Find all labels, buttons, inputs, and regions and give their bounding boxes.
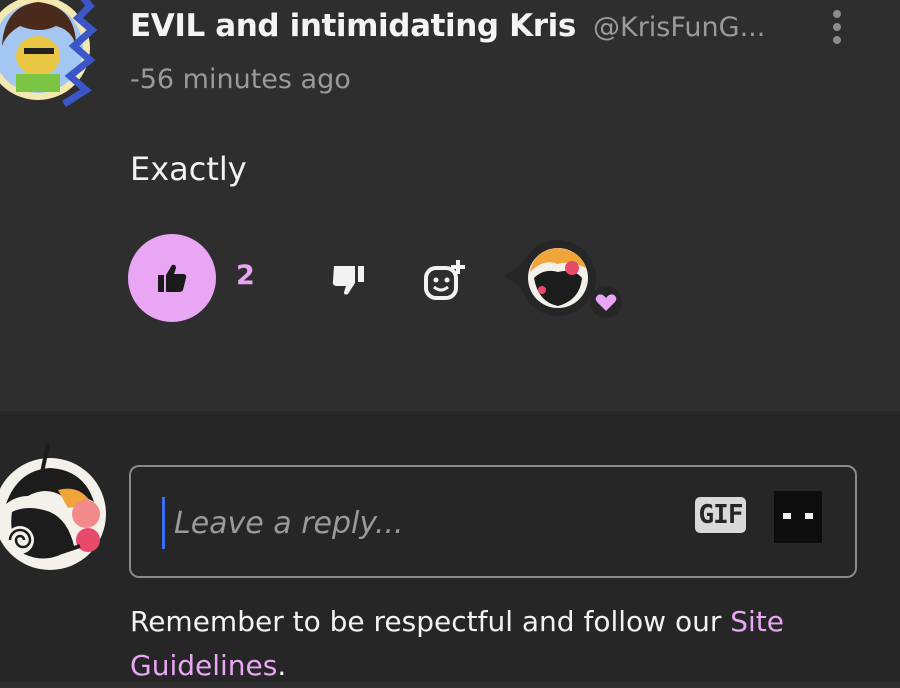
text-caret (162, 497, 165, 549)
author-handle[interactable]: @KrisFunG... (593, 12, 765, 43)
like-button[interactable] (128, 234, 216, 322)
reaction-bubble[interactable] (500, 238, 630, 322)
reply-input[interactable] (172, 498, 676, 548)
comment-timestamp: -56 minutes ago (130, 64, 351, 95)
current-user-avatar[interactable] (0, 442, 112, 576)
like-count: 2 (236, 260, 255, 291)
gif-button[interactable]: GIF (695, 497, 746, 533)
comment-body: Exactly (130, 150, 247, 188)
guidelines-notice: Remember to be respectful and follow our… (130, 600, 850, 688)
guidelines-suffix: . (277, 649, 287, 682)
thumbs-up-icon (158, 264, 187, 292)
dislike-button[interactable] (326, 258, 370, 302)
guidelines-prefix: Remember to be respectful and follow our (130, 605, 731, 638)
comment-card: EVIL and intimidating Kris @KrisFunG... … (0, 0, 900, 412)
add-reaction-button[interactable] (420, 256, 472, 304)
author-name[interactable]: EVIL and intimidating Kris (130, 8, 576, 44)
thumbs-down-icon (332, 266, 364, 295)
author-avatar[interactable] (0, 0, 104, 110)
ninja-icon[interactable] (774, 491, 822, 543)
add-reaction-icon (424, 260, 465, 300)
more-vertical-icon[interactable] (826, 10, 848, 52)
